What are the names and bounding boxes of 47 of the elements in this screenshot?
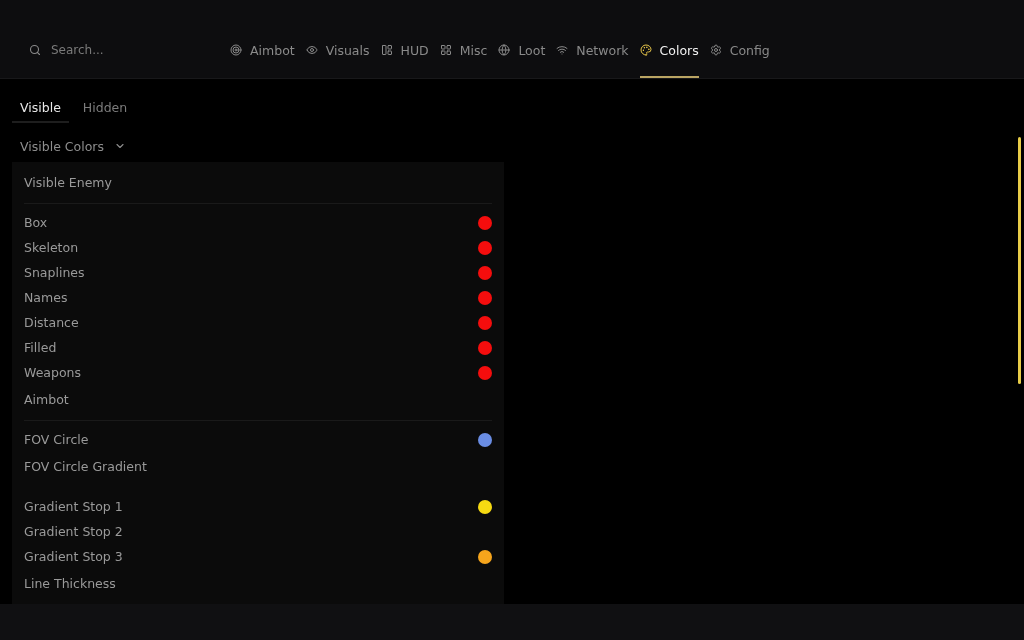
color-swatch-icon[interactable] [478,290,492,305]
setting-label: Line Thickness [24,576,116,591]
setting-label: Gradient Stop 1 [24,499,123,514]
setting-label: Snaplines [24,265,85,280]
color-swatch-icon[interactable] [478,365,492,380]
nav-tab[interactable]: Colors [639,0,699,78]
setting-label: Gradient Stop 3 [24,549,123,564]
nav-tab[interactable]: HUD [380,0,429,78]
panels-icon [380,44,393,56]
section-heading: Visible Enemy [24,175,112,190]
sub-tab[interactable]: Visible [12,93,69,123]
nav-tab[interactable]: Aimbot [230,0,295,78]
color-swatch-icon[interactable] [478,265,492,280]
nav-tab[interactable]: Config [709,0,770,78]
settings-icon [709,44,722,56]
color-swatch-icon[interactable] [478,315,492,330]
grid-icon [439,44,452,56]
setting-label: Distance [24,315,79,330]
setting-label: Names [24,290,68,305]
setting-label: FOV Circle [24,432,89,447]
sub-tab[interactable]: Hidden [74,93,136,123]
target-icon [230,44,242,56]
color-swatch-icon[interactable] [478,240,492,255]
search-field[interactable]: Search... [51,43,191,57]
palette-icon [639,44,652,56]
search-icon [29,44,41,56]
setting-label: Skeleton [24,240,79,255]
setting-label: Gradient Stop 2 [24,524,123,539]
nav-tab[interactable]: Network [556,0,629,78]
nav-tab[interactable]: Loot [498,0,546,78]
globe-icon [498,44,511,56]
section-heading: Aimbot [24,392,69,407]
setting-label: Filled [24,340,57,355]
setting-label: FOV Circle Gradient [24,459,147,474]
setting-label: Weapons [24,365,81,380]
eye-icon [305,44,318,56]
nav-tab[interactable]: Misc [439,0,488,78]
wifi-icon [556,44,569,56]
color-swatch-icon[interactable] [478,432,492,447]
nav-tab[interactable]: Visuals [305,0,370,78]
color-swatch-icon[interactable] [478,549,492,564]
section-dropdown[interactable]: Visible Colors [20,133,126,159]
color-swatch-icon[interactable] [478,499,492,514]
color-swatch-icon[interactable] [478,215,492,230]
scrollbar-thumb[interactable] [1018,137,1021,384]
color-swatch-icon[interactable] [478,340,492,355]
setting-label: Box [24,215,48,230]
